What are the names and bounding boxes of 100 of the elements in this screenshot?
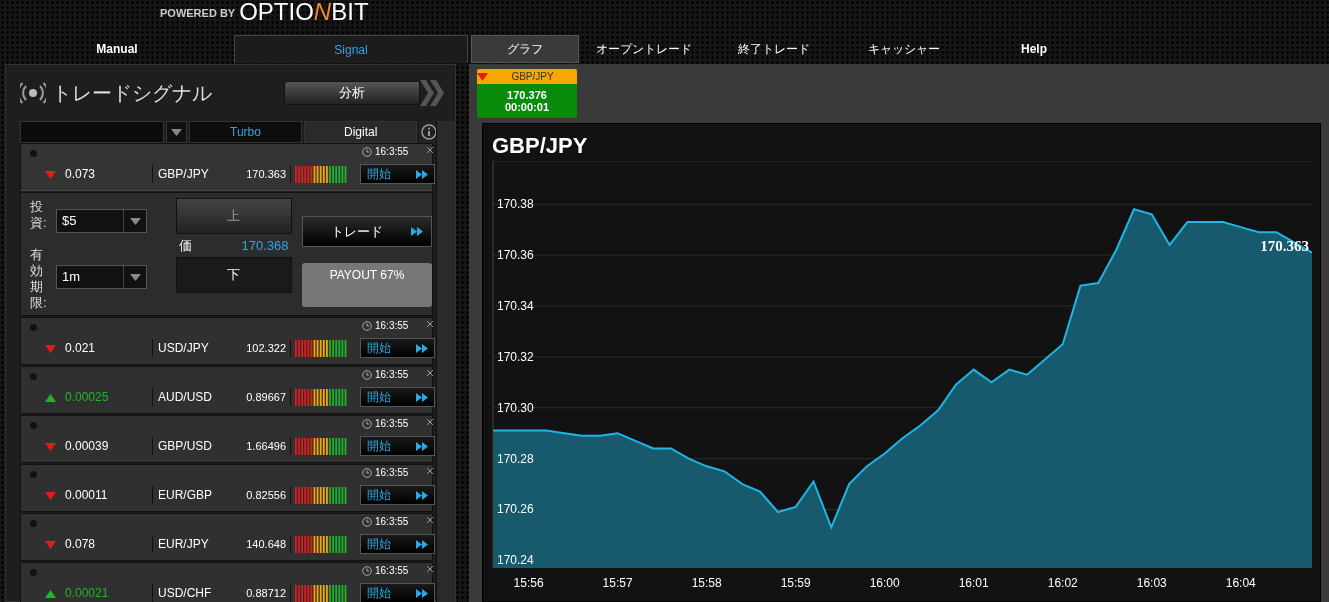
nav-tab[interactable]: Manual <box>0 35 234 63</box>
x-axis-label: 16:03 <box>1136 576 1167 590</box>
clock-icon <box>362 369 372 380</box>
x-axis-label: 16:02 <box>1047 576 1078 590</box>
change-value: 0.021 <box>65 341 97 355</box>
scrollbar[interactable] <box>436 121 455 602</box>
caret-icon <box>171 128 183 136</box>
signal-row[interactable]: 16:3:55 0.00039 GBP/USD 1.66496 開始 <box>20 415 433 463</box>
nav-tab[interactable]: 終了トレード <box>709 35 839 63</box>
clock-icon <box>362 516 372 527</box>
y-axis-label: 170.32 <box>497 349 534 364</box>
x-axis-label: 16:01 <box>958 576 989 590</box>
change-value: 0.00025 <box>65 390 110 404</box>
x-axis-label: 15:59 <box>780 576 811 590</box>
close-icon[interactable] <box>425 367 435 379</box>
currency-pair: EUR/GBP <box>158 488 213 502</box>
status-dot <box>30 373 37 380</box>
close-icon[interactable] <box>425 465 435 477</box>
filter-tab[interactable]: Turbo <box>188 121 303 143</box>
y-axis-label: 170.28 <box>497 451 534 466</box>
close-icon[interactable] <box>425 514 435 526</box>
price-value: 170.368 <box>241 238 289 253</box>
caret-icon <box>129 273 141 281</box>
price-label: 価 <box>178 236 192 255</box>
clock-icon <box>362 320 372 331</box>
price-value: 0.88712 <box>245 587 286 599</box>
price-value: 1.66496 <box>245 440 286 452</box>
trade-button[interactable]: トレード <box>302 216 432 247</box>
nav-tab[interactable]: グラフ <box>471 35 579 63</box>
radar-icon <box>20 80 46 106</box>
x-axis-label: 15:57 <box>602 576 633 590</box>
signal-row[interactable]: 16:3:55 0.021 USD/JPY 102.322 開始 <box>20 317 433 365</box>
status-dot <box>30 324 37 331</box>
price-value: 102.322 <box>245 342 286 354</box>
close-icon[interactable] <box>425 144 435 156</box>
nav-tab[interactable]: オープントレード <box>579 35 709 63</box>
ticker-pair: GBP/JPY <box>510 71 555 82</box>
fast-forward-icon <box>416 490 428 500</box>
filter-tab[interactable]: Digital <box>304 121 418 143</box>
signal-time: 16:3:55 <box>375 516 409 527</box>
fast-forward-icon <box>416 441 428 451</box>
currency-pair: GBP/JPY <box>158 167 210 181</box>
x-axis-label: 15:58 <box>691 576 722 590</box>
change-value: 0.078 <box>65 537 97 551</box>
signal-row[interactable]: 16:3:55 0.078 EUR/JPY 140.648 開始 <box>20 513 433 561</box>
expiry-select[interactable]: 1m <box>56 265 147 289</box>
nav-tab[interactable]: キャッシャー <box>839 35 969 63</box>
analyze-button[interactable]: 分析 <box>284 81 420 105</box>
start-button[interactable]: 開始 <box>360 387 435 407</box>
fast-forward-icon <box>416 169 428 179</box>
signal-strength-meter-icon <box>295 388 347 406</box>
start-button[interactable]: 開始 <box>360 338 435 358</box>
status-dot <box>30 569 37 576</box>
start-button[interactable]: 開始 <box>360 583 435 602</box>
start-button[interactable]: 開始 <box>360 534 435 554</box>
ticker-timer: 00:00:01 <box>504 101 549 113</box>
clock-icon <box>362 418 372 429</box>
signal-row[interactable]: 16:3:55 0.073 GBP/JPY 170.363 開始 <box>20 143 433 191</box>
start-button[interactable]: 開始 <box>360 436 435 456</box>
status-dot <box>30 422 37 429</box>
status-dot <box>30 520 37 527</box>
ticker-price: 170.376 <box>507 89 547 101</box>
y-axis-label: 170.36 <box>497 248 534 263</box>
info-icon[interactable] <box>420 124 437 140</box>
change-value: 0.073 <box>65 167 97 181</box>
signal-row[interactable]: 16:3:55 0.00021 USD/CHF 0.88712 開始 <box>20 562 433 602</box>
signal-strength-meter-icon <box>295 535 347 553</box>
start-button[interactable]: 開始 <box>360 485 435 505</box>
nav-tab[interactable]: Help <box>969 35 1099 63</box>
y-axis-label: 170.38 <box>497 197 534 212</box>
clock-icon <box>362 565 372 576</box>
last-price-label: 170.363 <box>1260 237 1309 254</box>
signal-row[interactable]: 16:3:55 0.00011 EUR/GBP 0.82556 開始 <box>20 464 433 512</box>
signal-time: 16:3:55 <box>375 467 409 478</box>
price-value: 170.363 <box>245 168 286 180</box>
logo: OPTIONBIT <box>239 0 369 24</box>
panel-title: トレードシグナル <box>52 80 212 106</box>
signal-strength-meter-icon <box>295 584 347 602</box>
payout-label: PAYOUT 67% <box>302 263 432 307</box>
status-dot <box>30 150 37 157</box>
change-value: 0.00011 <box>65 488 109 502</box>
chart-title: GBP/JPY <box>491 132 589 160</box>
expiry-label: 有効期限: <box>30 247 48 311</box>
investment-select[interactable]: $5 <box>56 209 147 233</box>
y-axis-label: 170.24 <box>497 553 534 568</box>
x-axis-label: 16:04 <box>1225 576 1256 590</box>
clock-icon <box>362 467 372 478</box>
x-axis-label: 16:00 <box>869 576 900 590</box>
logo-tagline: POWERED BY <box>160 7 236 19</box>
signal-row[interactable]: 16:3:55 0.00025 AUD/USD 0.89667 開始 <box>20 366 433 414</box>
clock-icon <box>362 146 372 157</box>
close-icon[interactable] <box>425 563 435 575</box>
y-axis-label: 170.26 <box>497 502 534 517</box>
start-button[interactable]: 開始 <box>360 164 435 184</box>
down-button[interactable]: 下 <box>175 257 292 293</box>
up-button[interactable]: 上 <box>175 198 292 234</box>
close-icon[interactable] <box>425 318 435 330</box>
price-value: 0.89667 <box>245 391 286 403</box>
close-icon[interactable] <box>425 416 435 428</box>
nav-tab[interactable]: Signal <box>234 35 468 63</box>
